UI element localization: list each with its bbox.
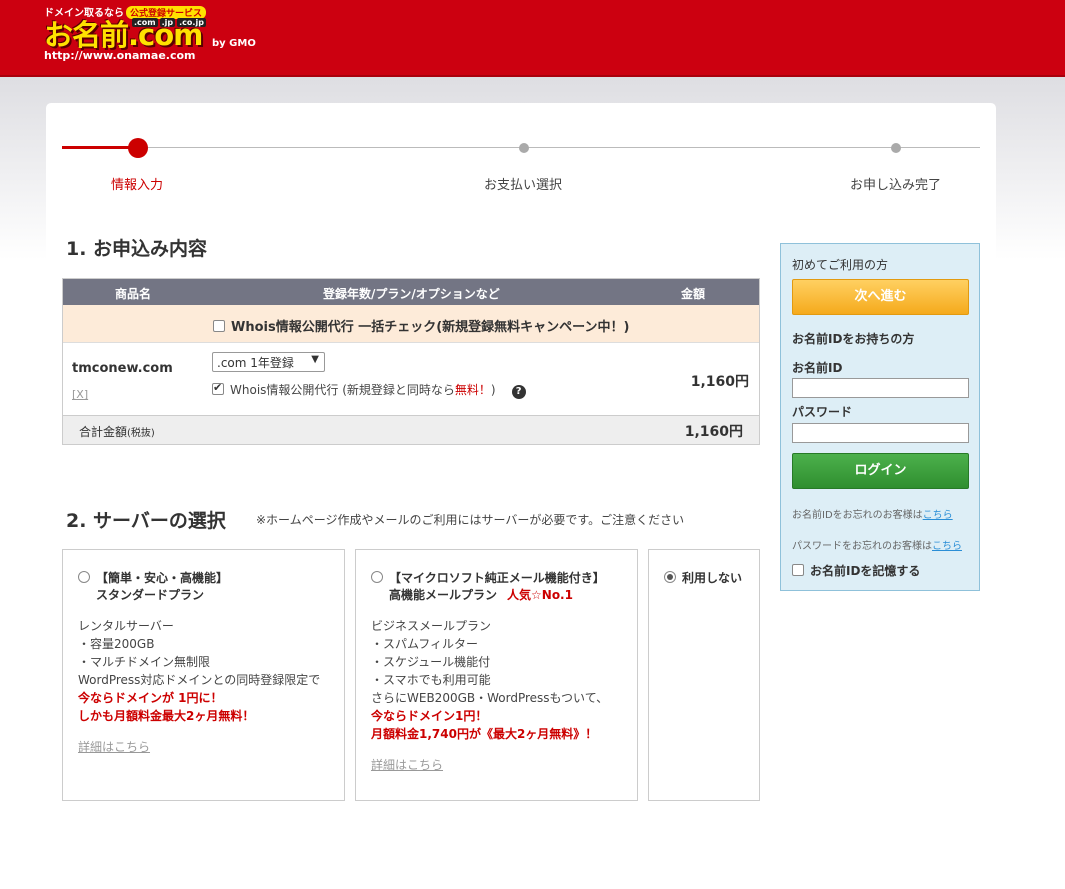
plan-line: ビジネスメールプラン bbox=[371, 619, 492, 633]
plan-title-line1: 【簡単・安心・高機能】 bbox=[96, 571, 229, 585]
progress-fill bbox=[62, 146, 138, 149]
plan-line: ・スケジュール機能付 bbox=[371, 655, 491, 669]
password-input[interactable] bbox=[792, 423, 969, 443]
plan-promo-line: 月額料金1,740円が《最大2ヶ月無料》！ bbox=[371, 727, 598, 741]
remove-domain-link[interactable]: [X] bbox=[72, 388, 88, 401]
domain-name: tmconew.com bbox=[72, 361, 173, 376]
remember-id-checkbox[interactable] bbox=[792, 564, 804, 576]
login-button[interactable]: ログイン bbox=[792, 453, 969, 489]
remember-id-label: お名前IDを記憶する bbox=[810, 564, 921, 578]
total-tax-note: (税抜) bbox=[127, 428, 155, 439]
plan-line: レンタルサーバー bbox=[78, 619, 174, 633]
logo-wordmark: お名前.com bbox=[44, 18, 203, 52]
plan-title-line1: 【マイクロソフト純正メール機能付き】 bbox=[389, 571, 605, 585]
progress-dot-complete bbox=[891, 143, 901, 153]
campaign-row: Whois情報公開代行 一括チェック(新規登録無料キャンペーン中！) bbox=[63, 305, 759, 343]
plan-detail-link[interactable]: 詳細はこちら bbox=[371, 756, 443, 773]
total-row: 合計金額(税抜) 1,160円 bbox=[63, 416, 759, 444]
step-label-complete: お申し込み完了 bbox=[850, 178, 942, 193]
section-order-title: 1. お申込み内容 bbox=[66, 238, 208, 260]
chevron-down-icon: ▼ bbox=[311, 354, 319, 365]
order-table-header: 商品名 登録年数/プラン/オプションなど 金額 bbox=[63, 279, 759, 305]
forgot-password-link[interactable]: こちら bbox=[932, 541, 962, 552]
server-plan-standard[interactable]: 【簡単・安心・高機能】 スタンダードプラン レンタルサーバー ・容量200GB … bbox=[62, 549, 345, 801]
plan-title: 【簡単・安心・高機能】 スタンダードプラン bbox=[96, 570, 228, 604]
logo-url: http://www.onamae.com bbox=[44, 49, 196, 62]
forgot-id-text: お名前IDをお忘れのお客様は bbox=[792, 510, 923, 521]
plan-promo-line: 今ならドメイン1円！ bbox=[371, 709, 488, 723]
plan-select-value: .com 1年登録 bbox=[217, 356, 294, 370]
plan-radio-mail[interactable] bbox=[371, 571, 383, 583]
progress-dot-payment bbox=[519, 143, 529, 153]
whois-bulk-label: Whois情報公開代行 一括チェック(新規登録無料キャンペーン中！) bbox=[231, 320, 630, 335]
whois-bulk-checkbox[interactable] bbox=[213, 320, 225, 332]
onamae-id-input[interactable] bbox=[792, 378, 969, 398]
whois-bulk-check[interactable]: Whois情報公開代行 一括チェック(新規登録無料キャンペーン中！) bbox=[213, 316, 629, 335]
server-plan-mail[interactable]: 【マイクロソフト純正メール機能付き】 高機能メールプラン 人気☆No.1 ビジネス… bbox=[355, 549, 638, 801]
plan-radio-standard[interactable] bbox=[78, 571, 90, 583]
login-sidebar: 初めてご利用の方 次へ進む お名前IDをお持ちの方 お名前ID パスワード ログ… bbox=[780, 243, 980, 591]
plan-line: ・容量200GB bbox=[78, 637, 155, 651]
logo-tagline: ドメイン取るなら 公式登録サービス bbox=[44, 4, 207, 19]
help-icon[interactable]: ? bbox=[511, 385, 526, 399]
have-id-heading: お名前IDをお持ちの方 bbox=[792, 332, 915, 346]
next-button[interactable]: 次へ進む bbox=[792, 279, 969, 315]
forgot-id-link[interactable]: こちら bbox=[923, 510, 953, 521]
popular-badge: 人気☆No.1 bbox=[507, 588, 573, 602]
step-label-payment: お支払い選択 bbox=[484, 178, 563, 193]
plan-title-line2: スタンダードプラン bbox=[96, 588, 205, 602]
plan-radio-none[interactable] bbox=[664, 571, 676, 583]
plan-select[interactable]: .com 1年登録 ▼ bbox=[212, 352, 325, 372]
plan-description: レンタルサーバー ・容量200GB ・マルチドメイン無制限 WordPress対… bbox=[78, 617, 320, 725]
forgot-id: お名前IDをお忘れのお客様はこちら bbox=[792, 506, 953, 521]
progress-dot-current bbox=[128, 138, 148, 158]
section-server-title: 2. サーバーの選択 bbox=[66, 510, 226, 532]
forgot-password-text: パスワードをお忘れのお客様は bbox=[792, 541, 932, 552]
item-price: 1,160円 bbox=[690, 374, 749, 390]
whois-option-label: Whois情報公開代行 (新規登録と同時なら bbox=[230, 383, 455, 397]
plan-promo-line: 今ならドメインが 1円に！ bbox=[78, 691, 223, 705]
whois-close-paren: ) bbox=[490, 383, 496, 397]
password-label: パスワード bbox=[792, 405, 853, 419]
whois-free-text: 無料！ bbox=[454, 383, 491, 397]
plan-line: WordPress対応ドメインとの同時登録限定で bbox=[78, 673, 321, 687]
forgot-password: パスワードをお忘れのお客様はこちら bbox=[792, 537, 962, 552]
plan-title: 利用しない bbox=[682, 571, 743, 585]
remember-id[interactable]: お名前IDを記憶する bbox=[792, 562, 920, 579]
plan-title: 【マイクロソフト純正メール機能付き】 高機能メールプラン 人気☆No.1 bbox=[389, 570, 605, 604]
plan-promo-line: しかも月額料金最大2ヶ月無料！ bbox=[78, 709, 255, 723]
logo-by-gmo: by GMO bbox=[212, 38, 256, 49]
col-price: 金額 bbox=[681, 287, 706, 301]
plan-title-line2: 高機能メールプラン bbox=[389, 588, 498, 602]
order-item-row: tmconew.com [X] .com 1年登録 ▼ Whois情報公開代行 … bbox=[63, 343, 759, 416]
col-product: 商品名 bbox=[115, 287, 152, 301]
plan-line: さらにWEB200GB・WordPressもついて、 bbox=[371, 691, 609, 705]
total-value: 1,160円 bbox=[684, 424, 743, 440]
plan-line: ・スマホでも利用可能 bbox=[371, 673, 491, 687]
step-label-input: 情報入力 bbox=[111, 178, 164, 193]
total-label-text: 合計金額 bbox=[79, 425, 128, 439]
section-server-note: ※ホームページ作成やメールのご利用にはサーバーが必要です。ご注意ください bbox=[256, 513, 685, 527]
whois-option-checkbox[interactable] bbox=[212, 381, 224, 395]
total-label: 合計金額(税抜) bbox=[79, 423, 155, 440]
site-header: ドメイン取るなら 公式登録サービス .com .jp .co.jp お名前.com b… bbox=[0, 0, 1065, 77]
col-options: 登録年数/プラン/オプションなど bbox=[323, 287, 500, 301]
plan-detail-link[interactable]: 詳細はこちら bbox=[78, 738, 150, 755]
whois-option[interactable]: Whois情報公開代行 (新規登録と同時なら無料！)? bbox=[212, 381, 526, 399]
id-label: お名前ID bbox=[792, 361, 843, 375]
order-table: 商品名 登録年数/プラン/オプションなど 金額 Whois情報公開代行 一括チェ… bbox=[62, 278, 760, 445]
onamae-logo[interactable]: ドメイン取るなら 公式登録サービス .com .jp .co.jp お名前.com b… bbox=[44, 4, 274, 64]
first-time-heading: 初めてご利用の方 bbox=[792, 258, 889, 272]
plan-line: ・スパムフィルター bbox=[371, 637, 479, 651]
plan-description: ビジネスメールプラン ・スパムフィルター ・スケジュール機能付 ・スマホでも利用… bbox=[371, 617, 608, 743]
server-plan-none[interactable]: 利用しない bbox=[648, 549, 760, 801]
plan-line: ・マルチドメイン無制限 bbox=[78, 655, 211, 669]
